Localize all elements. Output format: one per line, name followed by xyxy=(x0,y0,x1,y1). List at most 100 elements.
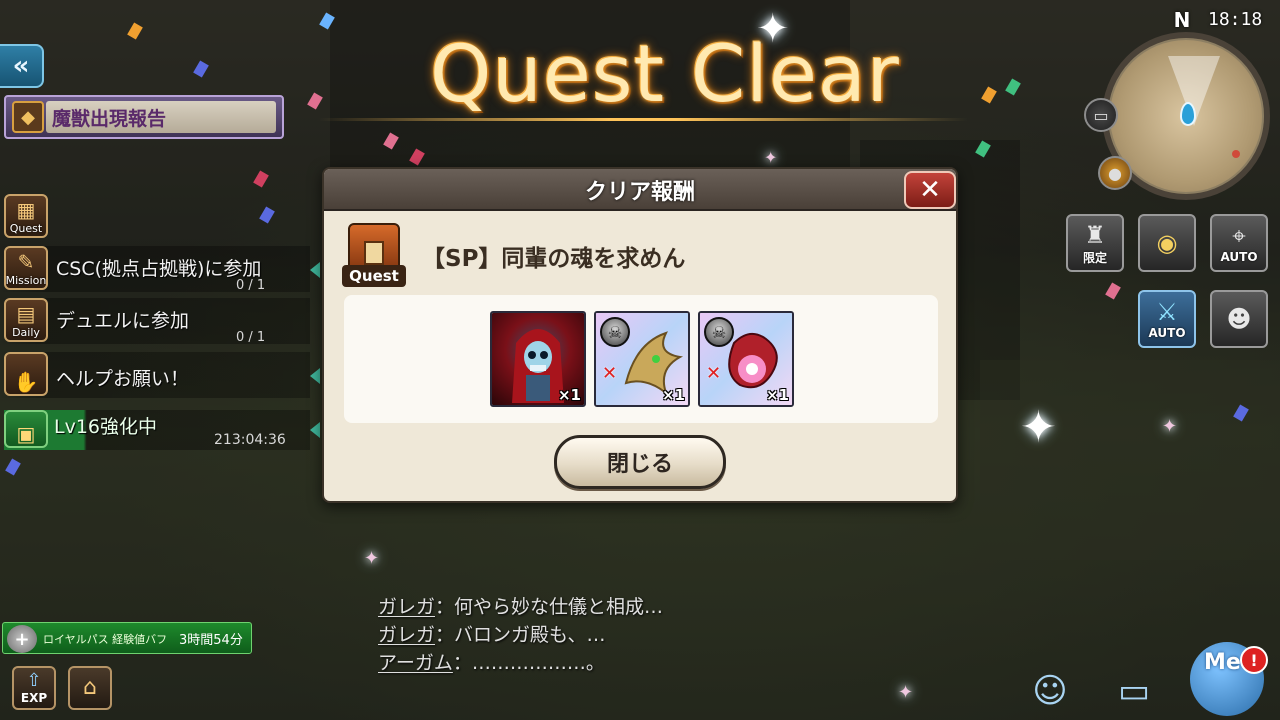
sparkle-icon: ✦ xyxy=(764,148,778,167)
close-icon: ✕ xyxy=(919,175,941,205)
camera-button[interactable]: ◉ xyxy=(1138,214,1196,272)
level-enhance-timer: 213:04:36 xyxy=(214,432,286,448)
exp-label: EXP xyxy=(20,691,48,705)
quest-badge: Quest xyxy=(342,223,406,287)
dialogue-speaker: ガレガ xyxy=(378,624,436,646)
companion-button[interactable]: ● xyxy=(1098,156,1132,190)
limited-offer-button[interactable]: ♜ 限定 xyxy=(1066,214,1124,272)
chat-button[interactable]: ▭ xyxy=(1108,668,1160,714)
quest-button[interactable]: ▦ Quest xyxy=(4,194,48,238)
limited-label: 限定 xyxy=(1082,250,1107,265)
notification-badge: ! xyxy=(1240,646,1268,674)
daily-button-label: Daily xyxy=(12,326,40,339)
reward-item[interactable]: ☠ ✕ ×1 xyxy=(698,311,794,407)
x-mark-icon: ✕ xyxy=(602,363,618,384)
close-x-button[interactable]: ✕ xyxy=(904,171,956,209)
handshake-icon: ✋ xyxy=(13,370,39,394)
quest-house-icon: ▦ xyxy=(16,198,36,222)
reward-item[interactable]: ☠ ✕ ×1 xyxy=(594,311,690,407)
quest-door-icon xyxy=(364,241,384,265)
sparkle-icon: ✦ xyxy=(898,682,914,703)
treasure-chest-icon: ▣ xyxy=(16,422,36,446)
reward-qty: ×1 xyxy=(661,386,685,404)
row-arrow-icon xyxy=(310,422,320,438)
arrow-up-icon: ⇧ xyxy=(26,670,42,691)
plus-icon[interactable]: + xyxy=(7,625,37,653)
back-button[interactable]: « xyxy=(0,44,44,88)
daily-count: 0 / 1 xyxy=(236,330,266,345)
movie-camera-icon: ◉ xyxy=(1156,229,1178,257)
auto-battle-button[interactable]: ⚔ AUTO xyxy=(1138,290,1196,348)
dialogue-speaker: アーガム xyxy=(378,652,453,674)
mission-scroll-icon: ✎ xyxy=(17,250,35,274)
mission-button-label: Mission xyxy=(5,274,47,287)
row-arrow-icon xyxy=(310,368,320,384)
shop-bag-button[interactable]: ⌂ xyxy=(68,666,112,710)
monster-report-banner[interactable]: ◆ 魔獣出現報告 xyxy=(4,95,284,139)
help-button[interactable]: ✋ xyxy=(4,352,48,396)
map-toggle-button[interactable]: ▭ xyxy=(1084,98,1118,132)
skull-icon: ☠ xyxy=(600,317,630,347)
dialogue-line: ガレガ：何やら妙な仕儀と相成… xyxy=(378,592,663,619)
daily-text: デュエルに参加 xyxy=(56,310,190,332)
reward-qty: ×1 xyxy=(765,386,789,404)
dialogue-line: ガレガ：バロンガ殿も、… xyxy=(378,620,605,647)
close-button[interactable]: 閉じる xyxy=(554,435,726,489)
shop-bag-icon: ⌂ xyxy=(83,675,97,700)
quest-badge-label: Quest xyxy=(342,265,406,287)
sparkle-icon: ✦ xyxy=(1162,416,1178,437)
dialogue-sep: ： xyxy=(435,624,455,646)
level-enhance-text: Lv16強化中 xyxy=(54,416,158,438)
compass-north-indicator: N xyxy=(1173,8,1191,32)
quest-button-label: Quest xyxy=(9,222,43,235)
emote-button[interactable]: ☺ xyxy=(1024,668,1076,714)
hud-clock-area: N 18:18 xyxy=(1168,8,1278,32)
dialogue-text: バロンガ殿も、… xyxy=(454,624,606,646)
dialog-title: クリア報酬 xyxy=(584,180,695,205)
buff-label: ロイヤルパス 経験値バフ xyxy=(43,633,168,646)
mission-text: CSC(拠点占拠戦)に参加 xyxy=(56,258,262,280)
dialogue-sep: ： xyxy=(435,596,455,618)
exp-buff-bar[interactable]: + ロイヤルパス 経験値バフ 3時間54分 xyxy=(2,622,252,654)
daily-book-icon: ▤ xyxy=(16,302,36,326)
exp-button[interactable]: ⇧ EXP xyxy=(12,666,56,710)
sparkle-icon: ✦ xyxy=(756,6,790,52)
treasure-chest-button[interactable]: ▣ xyxy=(4,410,48,448)
reward-qty: ×1 xyxy=(557,386,581,404)
mission-button[interactable]: ✎ Mission xyxy=(4,246,48,290)
dialogue-text: 何やら妙な仕儀と相成… xyxy=(454,596,664,618)
reward-item[interactable]: ×1 xyxy=(490,311,586,407)
smiley-icon: ☺ xyxy=(1032,671,1068,711)
reward-list: ×1 ☠ ✕ ×1 ☠ ✕ ×1 xyxy=(344,295,938,423)
crossed-swords-icon: ⚔ xyxy=(1156,298,1178,326)
companion-face-icon: ● xyxy=(1108,163,1122,183)
map-icon: ▭ xyxy=(1093,105,1109,125)
dialogue-sep: ： xyxy=(452,652,472,674)
skull-icon: ☠ xyxy=(704,317,734,347)
speech-bubble-icon: ▭ xyxy=(1117,671,1151,711)
fox-mask-icon: ◆ xyxy=(12,101,44,133)
top-hat-icon: ♜ xyxy=(1084,220,1106,249)
auto-label: AUTO xyxy=(1220,250,1258,264)
auto-target-button[interactable]: ⌖ AUTO xyxy=(1210,214,1268,272)
clear-reward-dialog: クリア報酬 ✕ Quest 【SP】同輩の魂を求めん ×1 ☠ ✕ ×1 ☠ ✕… xyxy=(322,167,958,503)
title-underline xyxy=(318,118,968,121)
auto-battle-label: AUTO xyxy=(1148,326,1186,340)
double-chevron-left-icon: « xyxy=(12,51,30,81)
group-icon: ☻ xyxy=(1226,305,1252,333)
buff-time: 3時間54分 xyxy=(179,633,243,648)
daily-button[interactable]: ▤ Daily xyxy=(4,298,48,342)
dialogue-line: アーガム：………………。 xyxy=(378,648,605,675)
row-arrow-icon xyxy=(310,262,320,278)
party-button[interactable]: ☻ xyxy=(1210,290,1268,348)
report-banner-label: 魔獣出現報告 xyxy=(52,107,167,130)
mission-count: 0 / 1 xyxy=(236,278,266,293)
player-marker-icon xyxy=(1180,102,1196,126)
quest-clear-title: Quest Clear xyxy=(430,30,900,120)
sparkle-icon: ✦ xyxy=(364,548,380,569)
help-text: ヘルプお願い！ xyxy=(56,368,190,390)
sparkle-icon: ✦ xyxy=(1020,402,1057,453)
dialog-header: クリア報酬 ✕ xyxy=(324,169,956,211)
me-menu-button[interactable]: Me ! xyxy=(1180,632,1276,718)
dialogue-speaker: ガレガ xyxy=(378,596,436,618)
